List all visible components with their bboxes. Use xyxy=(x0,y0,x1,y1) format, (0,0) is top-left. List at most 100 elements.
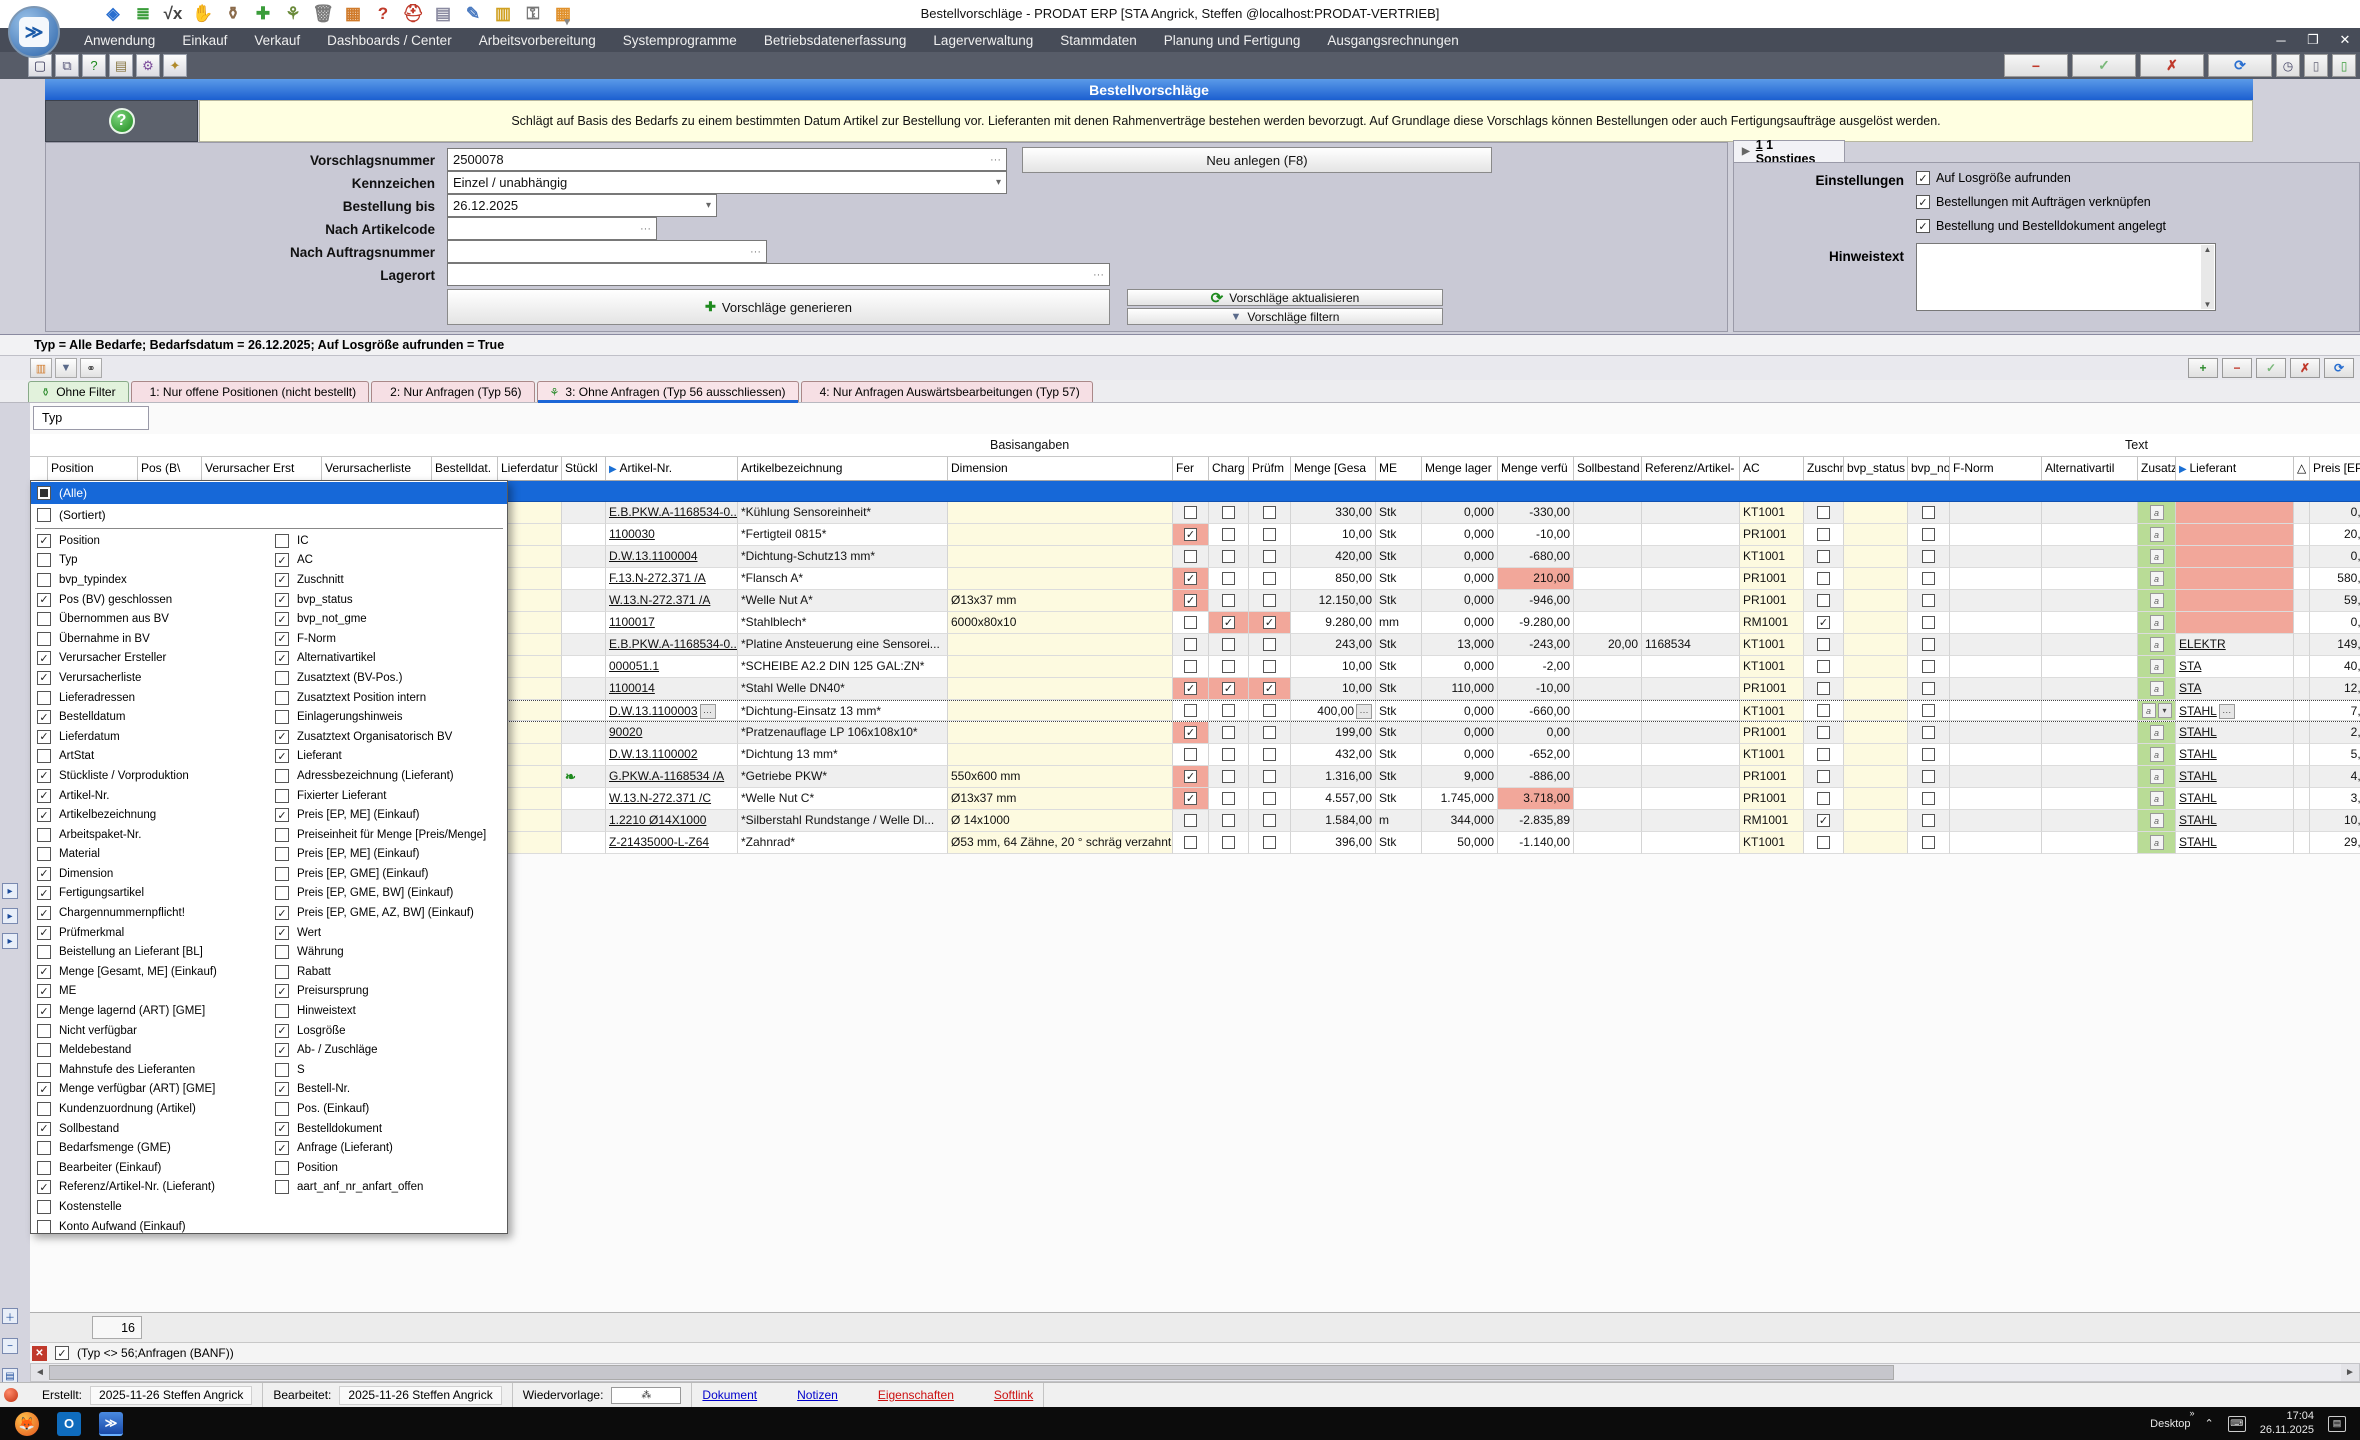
artikel-nr-link[interactable]: E.B.PKW.A-1168534-0... xyxy=(609,505,738,519)
chooser-item[interactable]: Konto Aufwand (Einkauf) xyxy=(31,1217,269,1237)
filter-tab[interactable]: 1: Nur offene Positionen (nicht bestellt… xyxy=(131,381,370,402)
checkbox-icon[interactable] xyxy=(1263,814,1276,827)
dimension-cell[interactable] xyxy=(948,634,1173,656)
zuschnitt-checkbox-cell[interactable] xyxy=(1804,832,1844,854)
checkbox-icon[interactable] xyxy=(1922,506,1935,519)
checkbox-icon[interactable] xyxy=(275,1004,289,1018)
checkbox-icon[interactable] xyxy=(37,808,51,822)
search-binoculars-icon[interactable]: ⚭ xyxy=(80,358,102,378)
dimension-cell[interactable]: Ø 14x1000 xyxy=(948,810,1173,832)
menge-lagernd-cell[interactable]: 50,000 xyxy=(1422,832,1498,854)
sollbestand-cell[interactable] xyxy=(1574,788,1642,810)
pruefmerkmal-checkbox-cell[interactable] xyxy=(1249,788,1291,810)
checkbox-icon[interactable] xyxy=(1184,506,1197,519)
ac-cell[interactable]: KT1001 xyxy=(1740,656,1804,678)
checkbox-icon[interactable] xyxy=(37,867,51,881)
text-doc-icon[interactable]: a xyxy=(2150,791,2164,806)
column-header[interactable] xyxy=(30,457,48,480)
menu-item[interactable]: Stammdaten xyxy=(1060,33,1137,48)
checkbox-icon[interactable] xyxy=(37,1141,51,1155)
lieferant-link[interactable]: ELEKTR xyxy=(2179,637,2226,651)
zuschnitt-checkbox-cell[interactable] xyxy=(1804,788,1844,810)
checkbox-icon[interactable] xyxy=(1222,572,1235,585)
f-norm-cell[interactable] xyxy=(1950,788,2042,810)
menge-verfuegbar-cell[interactable]: -1.140,00 xyxy=(1498,832,1574,854)
checkbox-icon[interactable] xyxy=(1222,814,1235,827)
zuschnitt-checkbox-cell[interactable] xyxy=(1804,568,1844,590)
checkbox-icon[interactable] xyxy=(1922,660,1935,673)
preis-cell[interactable]: 20,91 xyxy=(2310,524,2360,546)
column-header[interactable]: Zuschn xyxy=(1804,457,1844,480)
chooser-item-alle[interactable]: (Alle) xyxy=(31,482,507,504)
chooser-item[interactable]: bvp_typindex xyxy=(31,570,269,590)
lagerort-field[interactable]: ··· xyxy=(447,263,1110,286)
referenz-cell[interactable] xyxy=(1642,701,1740,721)
checkbox-icon[interactable] xyxy=(1184,594,1197,607)
filter-active-checkbox[interactable] xyxy=(55,1346,69,1360)
menu-item[interactable]: Verkauf xyxy=(254,33,300,48)
notification-icon[interactable]: ▤ xyxy=(2328,1416,2346,1432)
checkbox-icon[interactable] xyxy=(1263,506,1276,519)
artikelbezeichnung-cell[interactable]: *Kühlung Sensoreinheit* xyxy=(738,502,948,524)
bvp-no-checkbox-cell[interactable] xyxy=(1908,810,1950,832)
text-doc-icon[interactable]: a xyxy=(2150,505,2164,520)
me-cell[interactable]: Stk xyxy=(1376,656,1422,678)
fertigungsartikel-checkbox-cell[interactable] xyxy=(1173,678,1209,700)
text-doc-icon[interactable]: a xyxy=(2150,527,2164,542)
chooser-item[interactable]: Preisursprung xyxy=(269,982,507,1002)
ac-cell[interactable]: PR1001 xyxy=(1740,766,1804,788)
preis-cell[interactable]: 40,00 xyxy=(2310,656,2360,678)
artikelbezeichnung-cell[interactable]: *Pratzenauflage LP 106x108x10* xyxy=(738,722,948,744)
chooser-item[interactable]: Bearbeiter (Einkauf) xyxy=(31,1158,269,1178)
checkbox-icon[interactable] xyxy=(1817,616,1830,629)
checkbox-icon[interactable] xyxy=(1817,638,1830,651)
text-doc-icon[interactable]: a xyxy=(2150,615,2164,630)
chooser-item[interactable]: Menge lagernd (ART) [GME] xyxy=(31,1001,269,1021)
checkbox-icon[interactable] xyxy=(1184,726,1197,739)
lieferant-cell[interactable]: STAHL··· xyxy=(2176,744,2294,766)
checkbox-icon[interactable] xyxy=(1263,682,1276,695)
bvp-status-cell[interactable] xyxy=(1844,568,1908,590)
checkbox-icon[interactable] xyxy=(37,612,51,626)
checkbox-icon[interactable] xyxy=(1263,572,1276,585)
chooser-item[interactable]: Preis [EP, ME] (Einkauf) xyxy=(269,805,507,825)
column-header[interactable]: bvp_no xyxy=(1908,457,1950,480)
group-by-typ-box[interactable]: Typ xyxy=(33,406,149,430)
chooser-item[interactable]: Bestell-Nr. xyxy=(269,1080,507,1100)
menge-lagernd-cell[interactable]: 0,000 xyxy=(1422,546,1498,568)
artikelbezeichnung-cell[interactable]: *Welle Nut A* xyxy=(738,590,948,612)
menu-item[interactable]: Systemprogramme xyxy=(623,33,737,48)
zusatztext-cell[interactable]: a▾ xyxy=(2138,744,2176,766)
alternativartikel-cell[interactable] xyxy=(2042,832,2138,854)
lieferant-cell[interactable]: STAHL··· xyxy=(2176,701,2294,721)
checkbox-icon[interactable] xyxy=(275,984,289,998)
dimension-cell[interactable] xyxy=(948,722,1173,744)
zusatztext-cell[interactable]: a▾ xyxy=(2138,568,2176,590)
menge-verfuegbar-cell[interactable]: -680,00 xyxy=(1498,546,1574,568)
text-doc-icon[interactable]: a xyxy=(2150,571,2164,586)
chooser-item[interactable]: Nicht verfügbar xyxy=(31,1021,269,1041)
chooser-item[interactable]: Zusatztext Organisatorisch BV xyxy=(269,727,507,747)
lieferant-cell[interactable]: ··· xyxy=(2176,612,2294,634)
toolbar-icon[interactable]: ✦ xyxy=(163,54,187,77)
checkbox-icon[interactable] xyxy=(1184,638,1197,651)
lieferant-cell[interactable]: STA··· xyxy=(2176,656,2294,678)
gutter-minus-icon[interactable]: − xyxy=(2,1338,18,1354)
checkbox-icon[interactable] xyxy=(1916,219,1930,233)
chooser-item[interactable]: Sollbestand xyxy=(31,1119,269,1139)
lookup-dots-icon[interactable]: ··· xyxy=(700,704,716,719)
checkbox-icon[interactable] xyxy=(1184,682,1197,695)
chooser-item-sortiert[interactable]: (Sortiert) xyxy=(31,504,507,526)
me-cell[interactable]: Stk xyxy=(1376,766,1422,788)
pruefmerkmal-checkbox-cell[interactable] xyxy=(1249,810,1291,832)
tray-expand-icon[interactable]: ⌃ xyxy=(2205,1417,2214,1430)
bvp-no-checkbox-cell[interactable] xyxy=(1908,612,1950,634)
me-cell[interactable]: Stk xyxy=(1376,832,1422,854)
bvp-status-cell[interactable] xyxy=(1844,612,1908,634)
lieferant-cell[interactable]: STA··· xyxy=(2176,678,2294,700)
pruefmerkmal-checkbox-cell[interactable] xyxy=(1249,502,1291,524)
menge-verfuegbar-cell[interactable]: -10,00 xyxy=(1498,678,1574,700)
chooser-item[interactable]: Material xyxy=(31,845,269,865)
toolbar-action-button[interactable]: ✓ xyxy=(2072,54,2136,77)
preis-cell[interactable]: 149,00 xyxy=(2310,634,2360,656)
